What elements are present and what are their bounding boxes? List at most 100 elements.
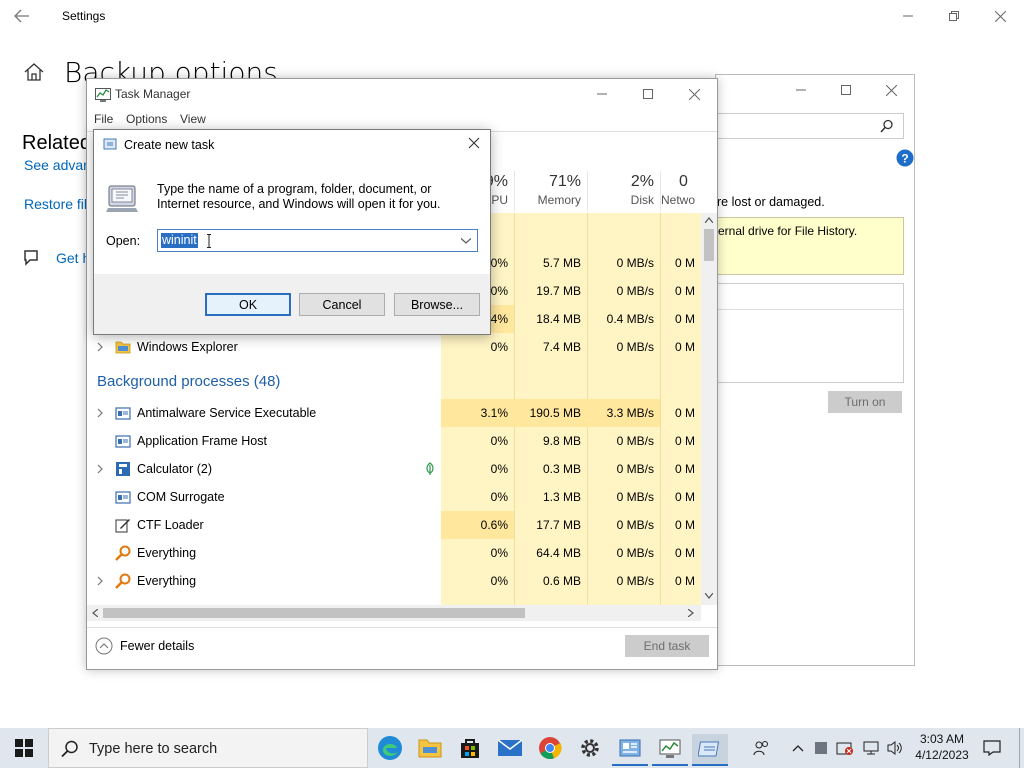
volume-icon[interactable] <box>884 728 906 768</box>
chevron-right-icon[interactable] <box>95 408 105 418</box>
table-row[interactable]: Application Frame Host 0% 9.8 MB 0 MB/s … <box>87 427 701 455</box>
fh-search-box[interactable] <box>716 113 904 139</box>
mail-icon[interactable] <box>492 734 528 762</box>
close-button[interactable] <box>977 0 1023 32</box>
start-button[interactable] <box>0 728 48 768</box>
tm-maximize-button[interactable] <box>625 79 671 109</box>
fh-drive-list <box>716 283 904 383</box>
tray-app-icon[interactable] <box>812 728 830 768</box>
table-row-windows-explorer[interactable]: Windows Explorer 0% 7.4 MB 0 MB/s 0 M <box>87 333 701 361</box>
scroll-right-icon[interactable] <box>688 609 694 617</box>
settings-title: Settings <box>62 9 106 23</box>
scroll-up-icon[interactable] <box>705 217 713 223</box>
vertical-scrollbar[interactable] <box>701 213 717 605</box>
see-advanced-link[interactable]: See advan <box>24 157 91 173</box>
table-row[interactable]: CTF Loader 0.6% 17.7 MB 0 MB/s 0 M <box>87 511 701 539</box>
help-chat-icon <box>23 249 41 266</box>
column-disk[interactable]: 2% Disk <box>587 171 660 211</box>
app-window-icon <box>115 435 131 448</box>
network-icon[interactable] <box>860 728 882 768</box>
run-program-icon <box>106 182 140 214</box>
tm-minimize-button[interactable] <box>579 79 625 109</box>
restore-button[interactable] <box>931 0 977 32</box>
fh-maximize-button[interactable] <box>823 75 869 105</box>
task-manager-taskbar-icon[interactable] <box>652 734 688 766</box>
menu-file[interactable]: File <box>94 112 113 126</box>
chevron-right-icon[interactable] <box>95 464 105 474</box>
calculator-icon <box>116 462 130 476</box>
minimize-button[interactable] <box>885 0 931 32</box>
settings-titlebar: Settings <box>0 0 1024 32</box>
browse-button[interactable]: Browse... <box>394 293 480 316</box>
table-row[interactable]: Everything 0% 0.6 MB 0 MB/s 0 M <box>87 567 701 595</box>
column-memory[interactable]: 71% Memory <box>514 171 587 211</box>
menu-options[interactable]: Options <box>126 112 167 126</box>
fh-minimize-button[interactable] <box>778 75 824 105</box>
home-icon[interactable] <box>24 63 44 81</box>
chevron-down-icon[interactable] <box>461 238 471 244</box>
background-processes-header[interactable]: Background processes (48) <box>97 373 280 390</box>
show-desktop-button[interactable] <box>1019 728 1020 768</box>
cancel-button[interactable]: Cancel <box>299 293 385 316</box>
run-icon <box>103 137 119 151</box>
open-label: Open: <box>106 234 141 248</box>
close-icon <box>885 84 897 96</box>
store-icon[interactable] <box>452 734 488 762</box>
table-row[interactable]: Calculator (2) 0% 0.3 MB 0 MB/s 0 M <box>87 455 701 483</box>
minimize-icon <box>903 15 913 17</box>
open-input-value[interactable]: wininit <box>161 233 198 248</box>
end-task-button[interactable]: End task <box>625 635 709 657</box>
fewer-details-link[interactable]: Fewer details <box>120 639 194 653</box>
run-close-button[interactable] <box>468 137 480 149</box>
column-network[interactable]: 0 Netwo <box>660 171 705 211</box>
chevron-right-icon[interactable] <box>95 576 105 586</box>
task-manager-title: Task Manager <box>115 87 191 101</box>
horizontal-scroll-thumb[interactable] <box>103 608 525 618</box>
scroll-left-icon[interactable] <box>92 609 98 617</box>
open-combobox[interactable]: wininit <box>157 229 478 252</box>
minimize-icon <box>597 93 607 95</box>
taskbar-search-box[interactable]: Type here to search <box>48 728 368 768</box>
control-panel-icon[interactable] <box>612 734 648 766</box>
scroll-down-icon[interactable] <box>705 593 713 599</box>
fh-close-button[interactable] <box>868 75 914 105</box>
clock-time: 3:03 AM <box>919 732 965 746</box>
help-icon[interactable]: ? <box>896 149 914 167</box>
clock[interactable]: 3:03 AM 4/12/2023 <box>910 731 974 763</box>
close-icon <box>688 88 700 100</box>
tm-close-button[interactable] <box>671 79 717 109</box>
restore-files-link[interactable]: Restore fil <box>24 196 87 212</box>
notification-icon[interactable] <box>978 728 1006 768</box>
text-cursor-icon <box>206 234 212 248</box>
chevron-up-circle-icon[interactable] <box>95 637 113 655</box>
horizontal-scrollbar[interactable] <box>87 605 701 621</box>
security-icon[interactable] <box>834 728 856 768</box>
table-row[interactable]: Antimalware Service Executable 3.1% 190.… <box>87 399 701 427</box>
settings-gear-icon[interactable] <box>572 734 608 762</box>
fh-notice-text: re lost or damaged. <box>717 195 825 209</box>
magnifier-everything-icon <box>115 573 131 589</box>
back-arrow-icon[interactable] <box>14 9 30 23</box>
maximize-icon <box>841 85 851 95</box>
table-row[interactable]: Everything 0% 64.4 MB 0 MB/s 0 M <box>87 539 701 567</box>
menu-view[interactable]: View <box>180 112 206 126</box>
minimize-icon <box>796 89 806 91</box>
run-dialog-title: Create new task <box>124 138 215 152</box>
chevron-right-icon[interactable] <box>95 342 105 352</box>
chevron-up-icon[interactable] <box>788 728 808 768</box>
file-explorer-icon[interactable] <box>412 734 448 762</box>
people-icon[interactable] <box>748 728 776 768</box>
run-taskbar-icon[interactable] <box>692 734 728 766</box>
ok-button[interactable]: OK <box>205 293 291 316</box>
clock-date: 4/12/2023 <box>915 748 969 762</box>
magnifier-everything-icon <box>115 545 131 561</box>
fh-warning-box: ernal drive for File History. <box>716 217 904 275</box>
chrome-icon[interactable] <box>532 734 568 762</box>
related-heading: Related <box>22 132 91 154</box>
turn-on-button[interactable]: Turn on <box>828 391 902 413</box>
vertical-scroll-thumb[interactable] <box>704 229 714 261</box>
edge-icon[interactable] <box>372 734 408 762</box>
folder-icon <box>115 341 131 354</box>
leaf-suspended-icon <box>426 462 434 475</box>
table-row[interactable]: COM Surrogate 0% 1.3 MB 0 MB/s 0 M <box>87 483 701 511</box>
